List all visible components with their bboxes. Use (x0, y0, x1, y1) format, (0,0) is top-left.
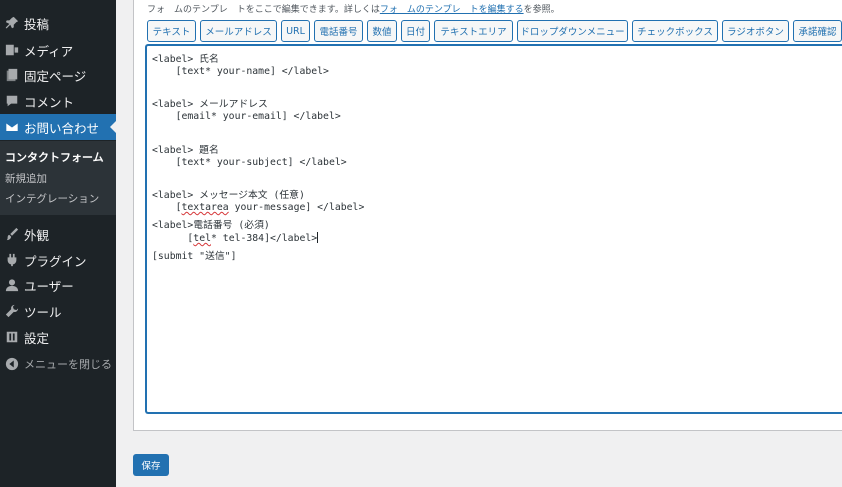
comment-icon (2, 94, 22, 108)
submenu-contact-forms[interactable]: コンタクトフォーム (5, 149, 104, 165)
sidebar-item-label: 投稿 (24, 16, 50, 32)
description-text: フォ ムのテンプレ トをここで編集できます。詳しくは (147, 5, 380, 15)
sidebar-item-media[interactable]: メディア (0, 37, 116, 63)
submenu-add-new[interactable]: 新規追加 (5, 171, 47, 186)
code-line: [email* your-email] </label> (152, 111, 341, 122)
tag-button-acceptance[interactable]: 承諾確認 (793, 20, 842, 42)
mail-icon (2, 120, 22, 134)
tag-button-date[interactable]: 日付 (401, 20, 430, 42)
submenu-integration[interactable]: インテグレーション (5, 191, 99, 206)
sidebar-item-settings[interactable]: 設定 (0, 324, 116, 350)
tag-button-url[interactable]: URL (281, 20, 310, 42)
tag-button-tel[interactable]: 電話番号 (314, 20, 363, 42)
code-line: [tel* tel-384]</label> (152, 232, 319, 244)
code-line: [text* your-subject] </label> (152, 157, 347, 168)
pages-icon (2, 68, 22, 82)
tag-button-dropdown[interactable]: ドロップダウンメニュー (517, 20, 628, 42)
sidebar-item-comments[interactable]: コメント (0, 88, 116, 114)
collapse-menu-label: メニューを閉じる (24, 358, 112, 371)
sidebar-item-label: 外観 (24, 227, 50, 243)
sidebar-item-pages[interactable]: 固定ページ (0, 62, 116, 88)
description-suffix: を参照。 (523, 5, 560, 15)
form-template-editor[interactable]: <label> 氏名 [text* your-name] </label> <l… (145, 44, 842, 414)
sidebar-item-plugins[interactable]: プラグイン (0, 247, 116, 273)
settings-icon (2, 330, 22, 344)
sidebar-item-tools[interactable]: ツール (0, 298, 116, 324)
code-line: <label> 氏名 (152, 54, 219, 65)
code-fragment: * tel-384]</label> (211, 233, 318, 244)
code-line: [textarea your-message] </label> (152, 202, 365, 213)
contact-submenu: コンタクトフォーム 新規追加 インテグレーション (0, 141, 116, 215)
code-line: <label> メールアドレス (152, 99, 268, 110)
spellcheck-word: tel (193, 233, 211, 244)
tag-button-email[interactable]: メールアドレス (200, 20, 277, 42)
edit-template-link[interactable]: フォ ムのテンプレ トを編集する (380, 5, 524, 15)
sidebar-item-label: ツール (24, 304, 62, 320)
sidebar-item-label: 固定ページ (24, 68, 87, 84)
tag-button-textarea[interactable]: テキストエリア (434, 20, 513, 42)
spellcheck-word: textarea (181, 202, 229, 213)
collapse-icon (2, 357, 22, 371)
admin-sidebar: 投稿 メディア 固定ページ コメント お問い合わせ コンタクトフォーム 新規追加… (0, 0, 116, 487)
code-line: [submit "送信"] (152, 251, 237, 262)
sidebar-item-label: コメント (24, 94, 75, 110)
sidebar-item-label: メディア (24, 43, 74, 59)
plugin-icon (2, 253, 22, 267)
code-line: <label> メッセージ本文 (任意) (152, 190, 305, 201)
sidebar-item-appearance[interactable]: 外観 (0, 221, 116, 247)
wrench-icon (2, 304, 22, 318)
code-fragment: your-message] </label> (228, 202, 365, 213)
text-caret (317, 232, 319, 243)
sidebar-item-label: プラグイン (24, 253, 87, 269)
sidebar-item-label: お問い合わせ (24, 120, 100, 136)
code-line: <label> 題名 (152, 145, 219, 156)
form-description: フォ ムのテンプレ トをここで編集できます。詳しくはフォ ムのテンプレ トを編集… (147, 2, 560, 15)
code-line: <label>電話番号 (必須) (152, 220, 270, 231)
sidebar-item-users[interactable]: ユーザー (0, 272, 116, 298)
tag-button-checkbox[interactable]: チェックボックス (632, 20, 718, 42)
code-line: [text* your-name] </label> (152, 66, 329, 77)
media-icon (2, 43, 22, 57)
sidebar-item-contact[interactable]: お問い合わせ (0, 114, 116, 140)
tag-button-radio[interactable]: ラジオボタン (722, 20, 789, 42)
collapse-menu-button[interactable]: メニューを閉じる (0, 351, 116, 377)
tag-button-number[interactable]: 数値 (367, 20, 397, 42)
pushpin-icon (2, 16, 22, 30)
paintbrush-icon (2, 227, 22, 241)
sidebar-item-label: ユーザー (24, 278, 74, 294)
sidebar-item-label: 設定 (24, 330, 50, 346)
sidebar-item-posts[interactable]: 投稿 (0, 10, 116, 36)
user-icon (2, 278, 22, 292)
tag-button-text[interactable]: テキスト (147, 20, 196, 42)
save-button[interactable]: 保存 (133, 454, 169, 476)
